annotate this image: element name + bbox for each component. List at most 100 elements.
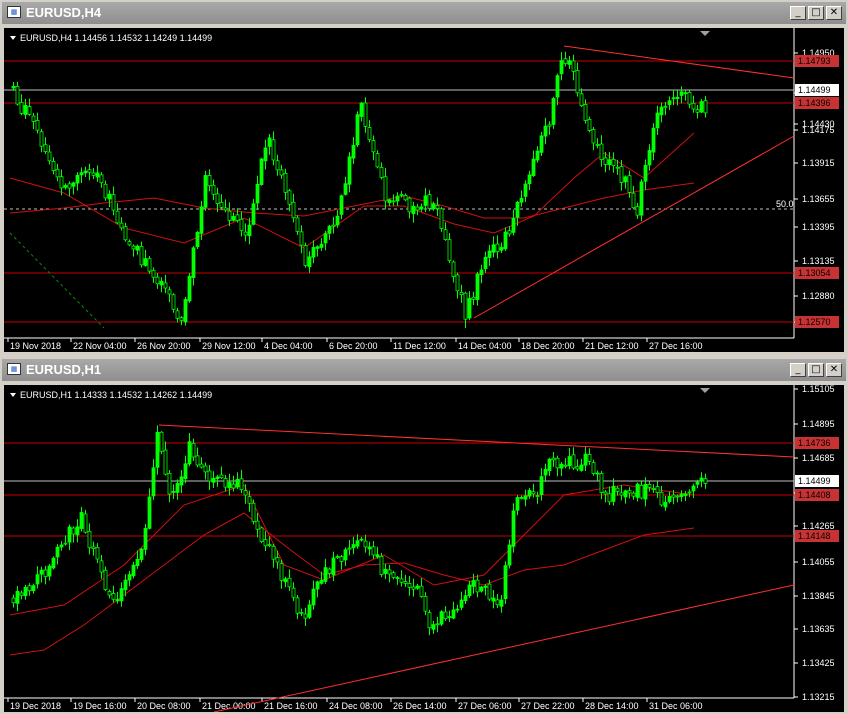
candle-body	[399, 193, 404, 196]
price-tick-label: 1.14685	[802, 453, 835, 463]
symbol-header: EURUSD,H1 1.14333 1.14532 1.14262 1.1449…	[20, 390, 212, 400]
chart-window-h1[interactable]: ▦ EURUSD,H1 _ □ ✕ EURUSD,H1 1.14333 1.14…	[0, 357, 848, 714]
candle-body	[47, 565, 52, 577]
candle-body	[23, 104, 28, 115]
candle-body	[275, 160, 280, 171]
candle-body	[547, 124, 552, 127]
chart-window-icon: ▦	[7, 6, 21, 18]
candle-body	[231, 215, 236, 221]
candle-body	[303, 613, 308, 619]
candle-body	[423, 596, 428, 612]
candle-body	[407, 197, 412, 213]
candle-body	[651, 127, 656, 153]
candle-body	[211, 477, 216, 483]
candle-body	[187, 275, 192, 302]
close-icon[interactable]: ✕	[826, 363, 842, 377]
candle-body	[343, 549, 348, 561]
price-tick-label: 1.14895	[802, 419, 835, 429]
time-tick-label: 18 Dec 20:00	[521, 341, 575, 351]
chart-canvas[interactable]: EURUSD,H1 1.14333 1.14532 1.14262 1.1449…	[4, 385, 844, 712]
candle-body	[71, 182, 76, 187]
candle-body	[255, 520, 260, 530]
candle-body	[575, 69, 580, 94]
close-icon[interactable]: ✕	[826, 6, 842, 20]
candle-body	[579, 464, 584, 471]
title-bar[interactable]: ▦ EURUSD,H1 _ □ ✕	[2, 359, 846, 381]
symbol-header: EURUSD,H4 1.14456 1.14532 1.14249 1.1449…	[20, 33, 212, 43]
candle-body	[531, 491, 536, 495]
candle-body	[627, 175, 632, 193]
candle-body	[243, 490, 248, 496]
candle-body	[515, 497, 520, 511]
candle-body	[119, 222, 124, 229]
restore-icon[interactable]: □	[808, 363, 824, 377]
candle-body	[379, 167, 384, 178]
candle-body	[283, 578, 288, 583]
candle-body	[679, 91, 684, 96]
candle-body	[423, 195, 428, 206]
candle-body	[163, 449, 168, 475]
candle-body	[203, 465, 208, 473]
price-tick-label: 1.13395	[802, 222, 835, 232]
candle-body	[411, 586, 416, 590]
candle-body	[15, 86, 20, 105]
candle-body	[95, 547, 100, 560]
price-tick-label: 1.14175	[802, 125, 835, 135]
restore-icon[interactable]: □	[808, 6, 824, 20]
minimize-icon[interactable]: _	[790, 363, 806, 377]
candle-body	[219, 474, 224, 479]
candle-body	[647, 483, 652, 488]
time-tick-label: 21 Dec 00:00	[202, 701, 256, 711]
candle-body	[687, 491, 692, 494]
trend-line-support	[473, 135, 795, 319]
candle-body	[667, 496, 672, 502]
price-chart[interactable]: EURUSD,H4 1.14456 1.14532 1.14249 1.1449…	[4, 28, 844, 352]
candle-body	[171, 294, 176, 310]
candle-body	[659, 491, 664, 506]
candle-body	[91, 546, 96, 549]
minimize-icon[interactable]: _	[790, 6, 806, 20]
candle-body	[351, 145, 356, 159]
candle-body	[135, 245, 140, 251]
candle-body	[127, 574, 132, 581]
candle-body	[131, 245, 136, 250]
time-tick-label: 27 Dec 16:00	[649, 341, 703, 351]
time-tick-label: 31 Dec 06:00	[649, 701, 703, 711]
title-bar[interactable]: ▦ EURUSD,H4 _ □ ✕	[2, 2, 846, 24]
candle-body	[283, 173, 288, 193]
candle-body	[643, 483, 648, 500]
candle-body	[667, 100, 672, 106]
candle-body	[555, 457, 560, 469]
candle-body	[31, 115, 36, 122]
candle-body	[691, 102, 696, 110]
candle-body	[439, 611, 444, 625]
candle-body	[395, 577, 400, 580]
candle-body	[671, 97, 676, 100]
level-price-label: 1.14396	[798, 98, 831, 108]
price-chart[interactable]: EURUSD,H1 1.14333 1.14532 1.14262 1.1449…	[4, 385, 844, 712]
candle-body	[231, 483, 236, 489]
candle-body	[55, 546, 60, 558]
candle-body	[343, 183, 348, 195]
candle-body	[139, 548, 144, 560]
candle-body	[463, 595, 468, 602]
candle-body	[83, 170, 88, 174]
candle-body	[199, 206, 204, 234]
candle-body	[315, 246, 320, 249]
candle-body	[63, 185, 68, 188]
candle-body	[323, 233, 328, 244]
candle-body	[311, 247, 316, 258]
candle-body	[167, 472, 172, 495]
candle-body	[691, 485, 696, 492]
chart-canvas[interactable]: EURUSD,H4 1.14456 1.14532 1.14249 1.1449…	[4, 28, 844, 352]
candle-body	[535, 495, 540, 497]
time-tick-label: 22 Nov 04:00	[73, 341, 127, 351]
candle-body	[675, 495, 680, 498]
candle-body	[403, 195, 408, 201]
candle-body	[375, 554, 380, 558]
candle-body	[267, 137, 272, 147]
candle-body	[531, 158, 536, 177]
candle-body	[167, 289, 172, 295]
candle-body	[491, 244, 496, 253]
chart-window-h4[interactable]: ▦ EURUSD,H4 _ □ ✕ EURUSD,H4 1.14456 1.14…	[0, 0, 848, 354]
